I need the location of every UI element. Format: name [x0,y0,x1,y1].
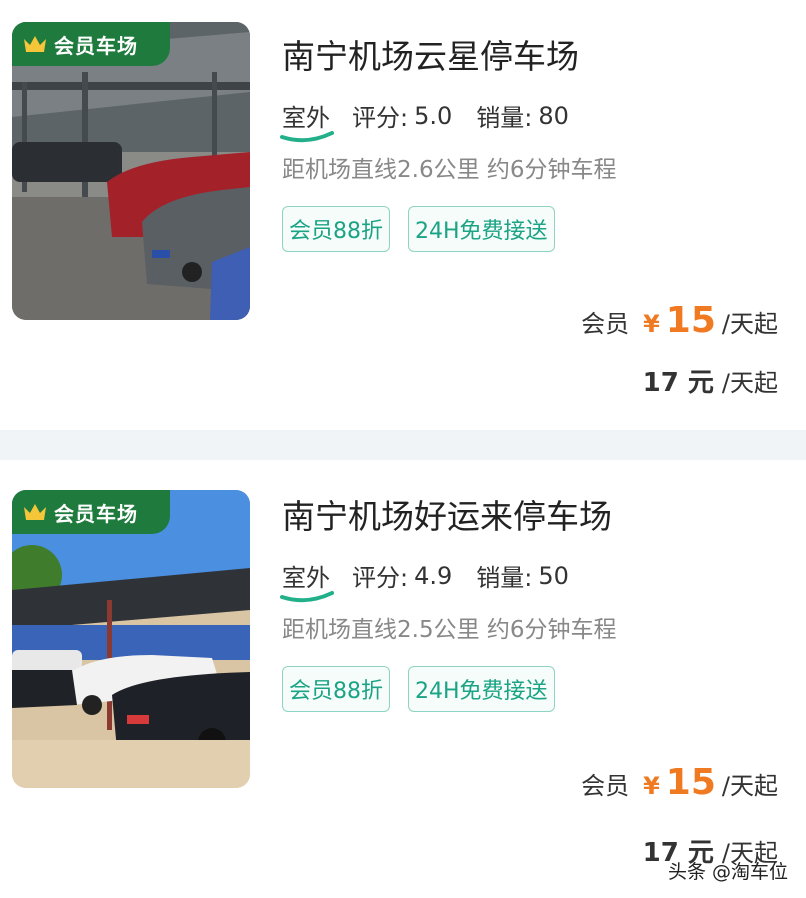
parking-card[interactable]: 会员车场 南宁机场云星停车场 室外 评分: 5.0 销量: 80 距机场直线2.… [0,0,806,430]
rating-label: 评分: [352,104,409,132]
watermark: 头条 @淘车位 [667,861,788,883]
tag-shuttle: 24H免费接送 [408,206,555,252]
parking-card[interactable]: 会员车场 南宁机场好运来停车场 室外 评分: 4.9 销量: 50 距机场直线2… [0,460,806,898]
sales-value: 80 [538,101,569,130]
member-price-label: 会员 [581,310,630,338]
member-price: 会员 ¥ 15 /天起 [581,762,778,803]
member-price-amount: 15 [665,762,716,803]
member-price-label: 会员 [581,772,630,800]
sales-label: 销量: [476,104,533,132]
distance-text: 距机场直线2.6公里 约6分钟车程 [282,157,617,183]
tag-shuttle: 24H免费接送 [408,666,555,712]
swoosh-decoration [280,591,334,603]
badge-label: 会员车场 [54,33,138,58]
tag-discount: 会员88折 [282,666,390,712]
tag-list: 会员88折 24H免费接送 [282,206,573,252]
tag-discount: 会员88折 [282,206,390,252]
parking-photo: 会员车场 [12,490,250,788]
normal-price-unit: /天起 [721,369,778,397]
rating-value: 4.9 [414,561,453,590]
rating-value: 5.0 [414,101,453,130]
sales-value: 50 [538,561,569,590]
parking-title[interactable]: 南宁机场好运来停车场 [282,490,612,538]
member-price-unit: /天起 [721,310,778,338]
parking-meta: 室外 评分: 4.9 销量: 50 [280,558,593,603]
type-label: 室外 [280,558,334,603]
tag-list: 会员88折 24H免费接送 [282,666,573,712]
distance-text: 距机场直线2.5公里 约6分钟车程 [282,617,617,643]
sales-label: 销量: [476,564,533,592]
crown-icon [24,504,46,520]
member-parking-badge: 会员车场 [12,490,170,534]
type-label: 室外 [280,98,334,143]
member-price-unit: /天起 [721,772,778,800]
member-parking-badge: 会员车场 [12,22,170,66]
parking-title[interactable]: 南宁机场云星停车场 [282,30,579,78]
member-price: 会员 ¥ 15 /天起 [581,300,778,341]
rating-label: 评分: [352,564,409,592]
normal-price: 17 元 /天起 [643,362,778,399]
member-price-amount: 15 [665,300,716,341]
parking-photo: 会员车场 [12,22,250,320]
parking-meta: 室外 评分: 5.0 销量: 80 [280,98,593,143]
currency-symbol: ¥ [643,310,660,338]
badge-label: 会员车场 [54,501,138,526]
currency-symbol: ¥ [643,772,660,800]
normal-price-amount: 17 元 [642,368,714,398]
swoosh-decoration [280,131,334,143]
crown-icon [24,36,46,52]
